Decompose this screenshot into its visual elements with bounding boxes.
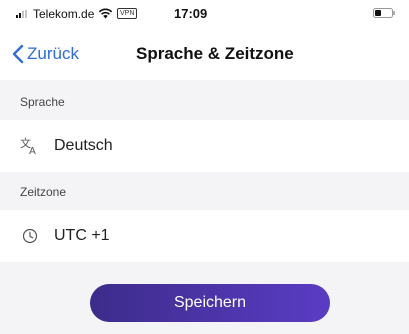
clock-icon [20, 226, 40, 246]
status-time: 17:09 [174, 6, 208, 21]
svg-text:A: A [29, 146, 36, 156]
language-value: Deutsch [54, 137, 113, 154]
save-button[interactable]: Speichern [90, 284, 330, 322]
navigation-bar: Zurück Sprache & Zeitzone [0, 28, 409, 80]
timezone-row[interactable]: UTC +1 [0, 210, 409, 262]
signal-strength-icon [16, 10, 30, 18]
status-bar: Telekom.de VPN 17:09 [0, 0, 409, 28]
back-button-label: Zurück [27, 44, 79, 63]
page-title: Sprache & Zeitzone [136, 44, 294, 63]
timezone-value: UTC +1 [54, 227, 110, 244]
wifi-icon [98, 8, 113, 19]
translate-icon: 文 A [20, 136, 40, 156]
back-button[interactable]: Zurück [12, 42, 79, 66]
vpn-badge: VPN [117, 8, 138, 19]
chevron-left-icon [12, 44, 24, 64]
section-label-timezone: Zeitzone [20, 185, 67, 199]
section-label-language: Sprache [20, 95, 65, 109]
battery-icon [373, 8, 395, 18]
language-row[interactable]: 文 A Deutsch [0, 120, 409, 172]
carrier-name: Telekom.de [33, 7, 95, 21]
